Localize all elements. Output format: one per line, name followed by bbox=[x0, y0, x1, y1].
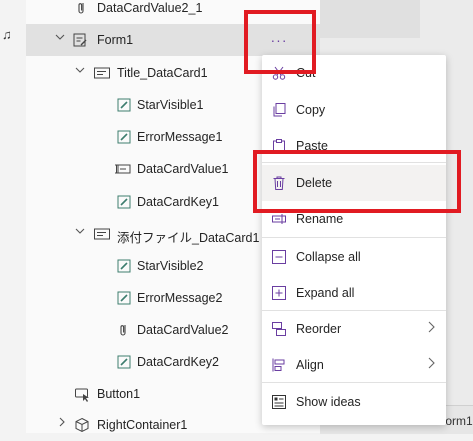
ideas-icon bbox=[271, 394, 287, 410]
tree-item-label: Button1 bbox=[97, 387, 141, 401]
menu-divider bbox=[262, 382, 446, 383]
form-icon bbox=[72, 32, 88, 48]
menu-item-reorder[interactable]: Reorder bbox=[262, 311, 446, 347]
chevron-right-icon bbox=[426, 320, 436, 337]
tree-item-label: DataCardKey2 bbox=[137, 355, 219, 369]
menu-item-label: Expand all bbox=[296, 286, 355, 300]
tree-item-label: Form1 bbox=[97, 33, 134, 47]
chevron-down-icon[interactable] bbox=[74, 65, 86, 79]
tree-item-label: 添付ファイル_DataCard1 bbox=[117, 231, 260, 245]
edit-icon bbox=[116, 97, 132, 113]
tree-item-label: DataCardKey1 bbox=[137, 195, 219, 209]
tree-item-label: DataCardValue2_1 bbox=[97, 1, 203, 15]
menu-item-label: Align bbox=[296, 358, 324, 372]
highlight-box-more-options bbox=[244, 10, 316, 74]
menu-item-label: Collapse all bbox=[296, 250, 361, 264]
menu-item-show-ideas[interactable]: Show ideas bbox=[262, 384, 446, 420]
menu-item-label: Show ideas bbox=[296, 395, 361, 409]
datacard-icon bbox=[93, 226, 110, 242]
menu-divider bbox=[262, 237, 446, 238]
edit-icon bbox=[116, 290, 132, 306]
paperclip-icon bbox=[116, 322, 132, 338]
menu-item-label: Reorder bbox=[296, 322, 342, 336]
tree-item-label: Title_DataCard1 bbox=[117, 66, 208, 80]
edit-icon bbox=[116, 194, 132, 210]
textinput-icon bbox=[114, 161, 131, 177]
paperclip-icon bbox=[74, 0, 90, 16]
menu-item-expand-all[interactable]: Expand all bbox=[262, 275, 446, 311]
context-menu: Cut Copy Paste Delete Rename Collapse al… bbox=[262, 55, 446, 425]
align-icon bbox=[271, 357, 287, 373]
tree-item-label: StarVisible2 bbox=[137, 259, 204, 273]
edit-icon bbox=[116, 258, 132, 274]
tree-item-label: DataCardValue2 bbox=[137, 323, 229, 337]
datacard-icon bbox=[93, 65, 110, 81]
menu-item-label: Copy bbox=[296, 103, 326, 117]
tree-item-label: ErrorMessage1 bbox=[137, 130, 223, 144]
menu-item-copy[interactable]: Copy bbox=[262, 92, 446, 128]
menu-item-align[interactable]: Align bbox=[262, 347, 446, 383]
button-icon bbox=[74, 386, 90, 402]
highlight-box-delete bbox=[253, 150, 461, 213]
edit-icon bbox=[116, 129, 132, 145]
tree-item-label: ErrorMessage2 bbox=[137, 291, 223, 305]
tree-item-label: DataCardValue1 bbox=[137, 162, 229, 176]
music-icon: ♫ bbox=[2, 27, 12, 42]
copy-icon bbox=[271, 102, 287, 118]
tree-item-label: StarVisible1 bbox=[137, 98, 204, 112]
menu-item-collapse-all[interactable]: Collapse all bbox=[262, 239, 446, 275]
collapse-icon bbox=[271, 249, 287, 265]
reorder-icon bbox=[271, 321, 287, 337]
chevron-right-icon bbox=[426, 356, 436, 373]
rename-icon bbox=[271, 211, 287, 227]
chevron-down-icon[interactable] bbox=[74, 226, 86, 240]
expand-icon bbox=[271, 285, 287, 301]
left-strip: ♫ bbox=[0, 0, 26, 433]
edit-icon bbox=[116, 354, 132, 370]
chevron-down-icon[interactable] bbox=[54, 32, 66, 46]
container-icon bbox=[74, 417, 90, 433]
menu-item-label: Rename bbox=[296, 212, 344, 226]
canvas-header bbox=[320, 0, 420, 38]
chevron-right-icon[interactable] bbox=[56, 417, 68, 431]
tree-item-label: RightContainer1 bbox=[97, 418, 188, 432]
